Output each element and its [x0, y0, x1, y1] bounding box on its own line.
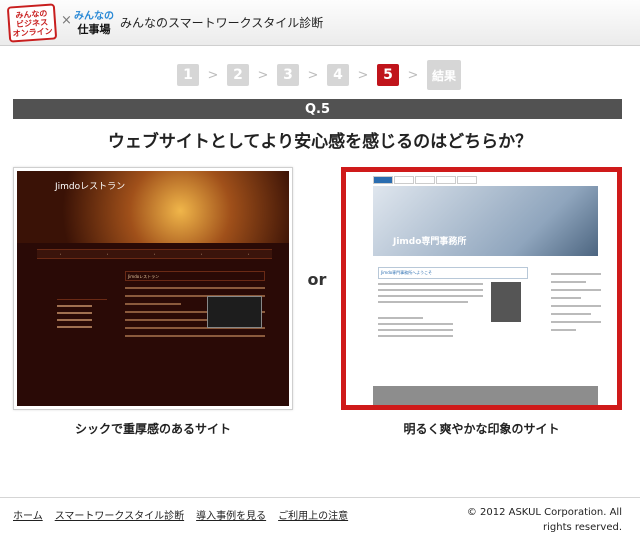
- copyright-line-1: © 2012 ASKUL Corporation. All: [466, 507, 622, 518]
- footer-link-home[interactable]: ホーム: [13, 507, 43, 522]
- option-a-preview-image: Jimdoレストラン • • • • • Jimdoレストラン: [17, 171, 289, 406]
- logo-separator: ×: [61, 13, 72, 28]
- step-arrow: >: [407, 67, 419, 83]
- question-text: ウェブサイトとしてより安心感を感じるのはどちらか？: [107, 132, 533, 152]
- step-arrow: >: [357, 67, 369, 83]
- option-b-building-photo: [491, 282, 521, 322]
- option-a-preview-nav: • • • • •: [37, 249, 272, 259]
- option-a-site-title: Jimdoレストラン: [55, 182, 126, 192]
- logo1-line-3: オンライン: [12, 26, 53, 38]
- step-indicator: 1 > 2 > 3 > 4 > 5 > 結果: [177, 60, 461, 90]
- option-b-preview-sidebar: [551, 267, 601, 405]
- or-label: or: [307, 270, 327, 289]
- option-a-caption[interactable]: シックで重厚感のあるサイト: [13, 420, 293, 437]
- option-b-preview-image: Jimdo専門事務所 Jimdo専門事務所へようこそ: [346, 172, 617, 405]
- question-number-bar: Q.5: [13, 99, 622, 119]
- copyright: © 2012 ASKUL Corporation. All rights res…: [467, 505, 622, 535]
- option-b-caption[interactable]: 明るく爽やかな印象のサイト: [341, 420, 622, 437]
- step-4: 4: [327, 64, 349, 86]
- footer-nav: ホーム スマートワークスタイル診断 導入事例を見る ご利用上の注意: [13, 507, 348, 522]
- step-5-current: 5: [377, 64, 399, 86]
- option-a-preview-content: Jimdoレストラン: [125, 271, 265, 401]
- footer-divider: [0, 497, 640, 498]
- option-a-card[interactable]: Jimdoレストラン • • • • • Jimdoレストラン: [13, 167, 293, 410]
- logo2-top: みんなの: [74, 10, 114, 22]
- step-1: 1: [177, 64, 199, 86]
- step-3: 3: [277, 64, 299, 86]
- top-bar: みんなの ビジネス オンライン × みんなの 仕事場 みんなのスマートワークスタ…: [0, 0, 640, 46]
- option-b-preview-heading: Jimdo専門事務所へようこそ: [378, 267, 528, 279]
- option-b-card-selected[interactable]: Jimdo専門事務所 Jimdo専門事務所へようこそ: [341, 167, 622, 410]
- copyright-line-2: rights reserved.: [543, 522, 622, 533]
- option-a-preview-heading: Jimdoレストラン: [125, 271, 265, 281]
- minna-no-business-online-logo[interactable]: みんなの ビジネス オンライン: [6, 3, 58, 43]
- footer-link-diagnosis[interactable]: スマートワークスタイル診断: [55, 507, 184, 522]
- office-hero-photo: Jimdo専門事務所: [373, 186, 598, 256]
- option-b-preview-footer: [373, 386, 598, 405]
- step-arrow: >: [307, 67, 319, 83]
- logo2-bottom: 仕事場: [77, 22, 111, 36]
- question-number: Q.5: [304, 101, 331, 117]
- minna-no-shigotoba-logo[interactable]: みんなの 仕事場: [73, 5, 115, 41]
- step-2: 2: [227, 64, 249, 86]
- option-b-site-title: Jimdo専門事務所: [393, 237, 467, 247]
- step-arrow: >: [257, 67, 269, 83]
- option-b-preview-nav: [373, 176, 477, 185]
- app-title: みんなのスマートワークスタイル診断: [120, 16, 324, 30]
- option-a-preview-sidebar: [57, 299, 107, 359]
- option-a-food-photo: [207, 296, 262, 328]
- step-result: 結果: [427, 60, 461, 90]
- footer-link-terms[interactable]: ご利用上の注意: [278, 507, 348, 522]
- footer-link-case-studies[interactable]: 導入事例を見る: [196, 507, 266, 522]
- step-arrow: >: [207, 67, 219, 83]
